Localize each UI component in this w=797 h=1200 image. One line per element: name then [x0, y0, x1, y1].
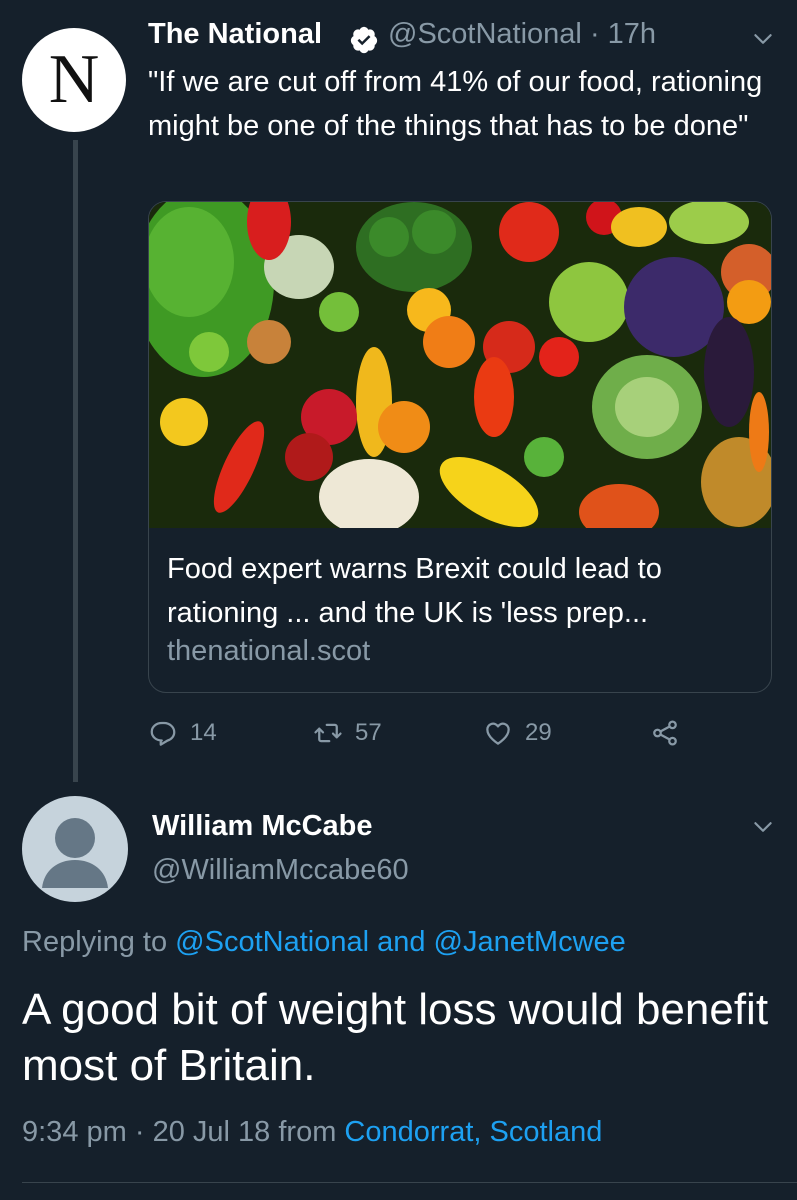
divider: [22, 1182, 797, 1183]
card-title: Food expert warns Brexit could lead to r…: [167, 553, 662, 629]
reply-author-name[interactable]: William McCabe: [152, 810, 373, 843]
location-link[interactable]: Condorrat, Scotland: [344, 1116, 602, 1148]
handle-text: @ScotNational: [388, 18, 582, 50]
reply-author-handle[interactable]: @WilliamMccabe60: [152, 854, 409, 887]
share-action[interactable]: [650, 718, 680, 748]
tweet-time: 17h: [607, 18, 657, 50]
reply-count: 14: [190, 719, 217, 746]
replying-prefix: Replying to: [22, 926, 168, 958]
reply-icon: [150, 721, 176, 746]
thread-line: [73, 140, 78, 782]
mention-link[interactable]: @ScotNational: [175, 926, 369, 958]
tweet-text: "If we are cut off from 41% of our food,…: [148, 66, 763, 142]
card-image: [149, 202, 771, 528]
like-action[interactable]: 29: [483, 718, 552, 748]
reply-date[interactable]: 20 Jul 18: [153, 1116, 271, 1148]
avatar[interactable]: N: [22, 28, 126, 132]
reply-text: A good bit of weight loss would benefit …: [22, 985, 769, 1090]
tweet-meta: 9:34 pm · 20 Jul 18 from Condorrat, Scot…: [22, 1116, 602, 1149]
default-avatar-icon: [42, 818, 108, 888]
card-domain: thenational.scot: [167, 635, 371, 667]
user-avatar[interactable]: [22, 796, 128, 902]
produce-image: [149, 202, 771, 528]
avatar-letter: N: [48, 41, 100, 118]
like-count: 29: [525, 719, 552, 746]
replying-to: Replying to @ScotNational and @JanetMcwe…: [22, 926, 626, 959]
chevron-down-icon[interactable]: [750, 26, 776, 52]
retweet-action[interactable]: 57: [313, 718, 382, 748]
author-name[interactable]: The National: [148, 18, 322, 51]
reply-action[interactable]: 14: [148, 718, 217, 748]
author-handle[interactable]: @ScotNational · 17h: [388, 18, 656, 51]
heart-icon: [486, 722, 510, 745]
chevron-down-icon[interactable]: [750, 814, 776, 840]
time-separator: ·: [589, 18, 600, 50]
share-icon: [653, 720, 677, 746]
from-label: from: [278, 1116, 337, 1148]
verified-badge-icon: [350, 26, 378, 54]
meta-separator: ·: [134, 1116, 145, 1148]
retweet-count: 57: [355, 719, 382, 746]
link-card[interactable]: Food expert warns Brexit could lead to r…: [148, 201, 772, 693]
replying-and[interactable]: and: [377, 926, 425, 958]
reply-time[interactable]: 9:34 pm: [22, 1116, 127, 1148]
retweet-icon: [314, 723, 342, 743]
mention-link[interactable]: @JanetMcwee: [434, 926, 626, 958]
